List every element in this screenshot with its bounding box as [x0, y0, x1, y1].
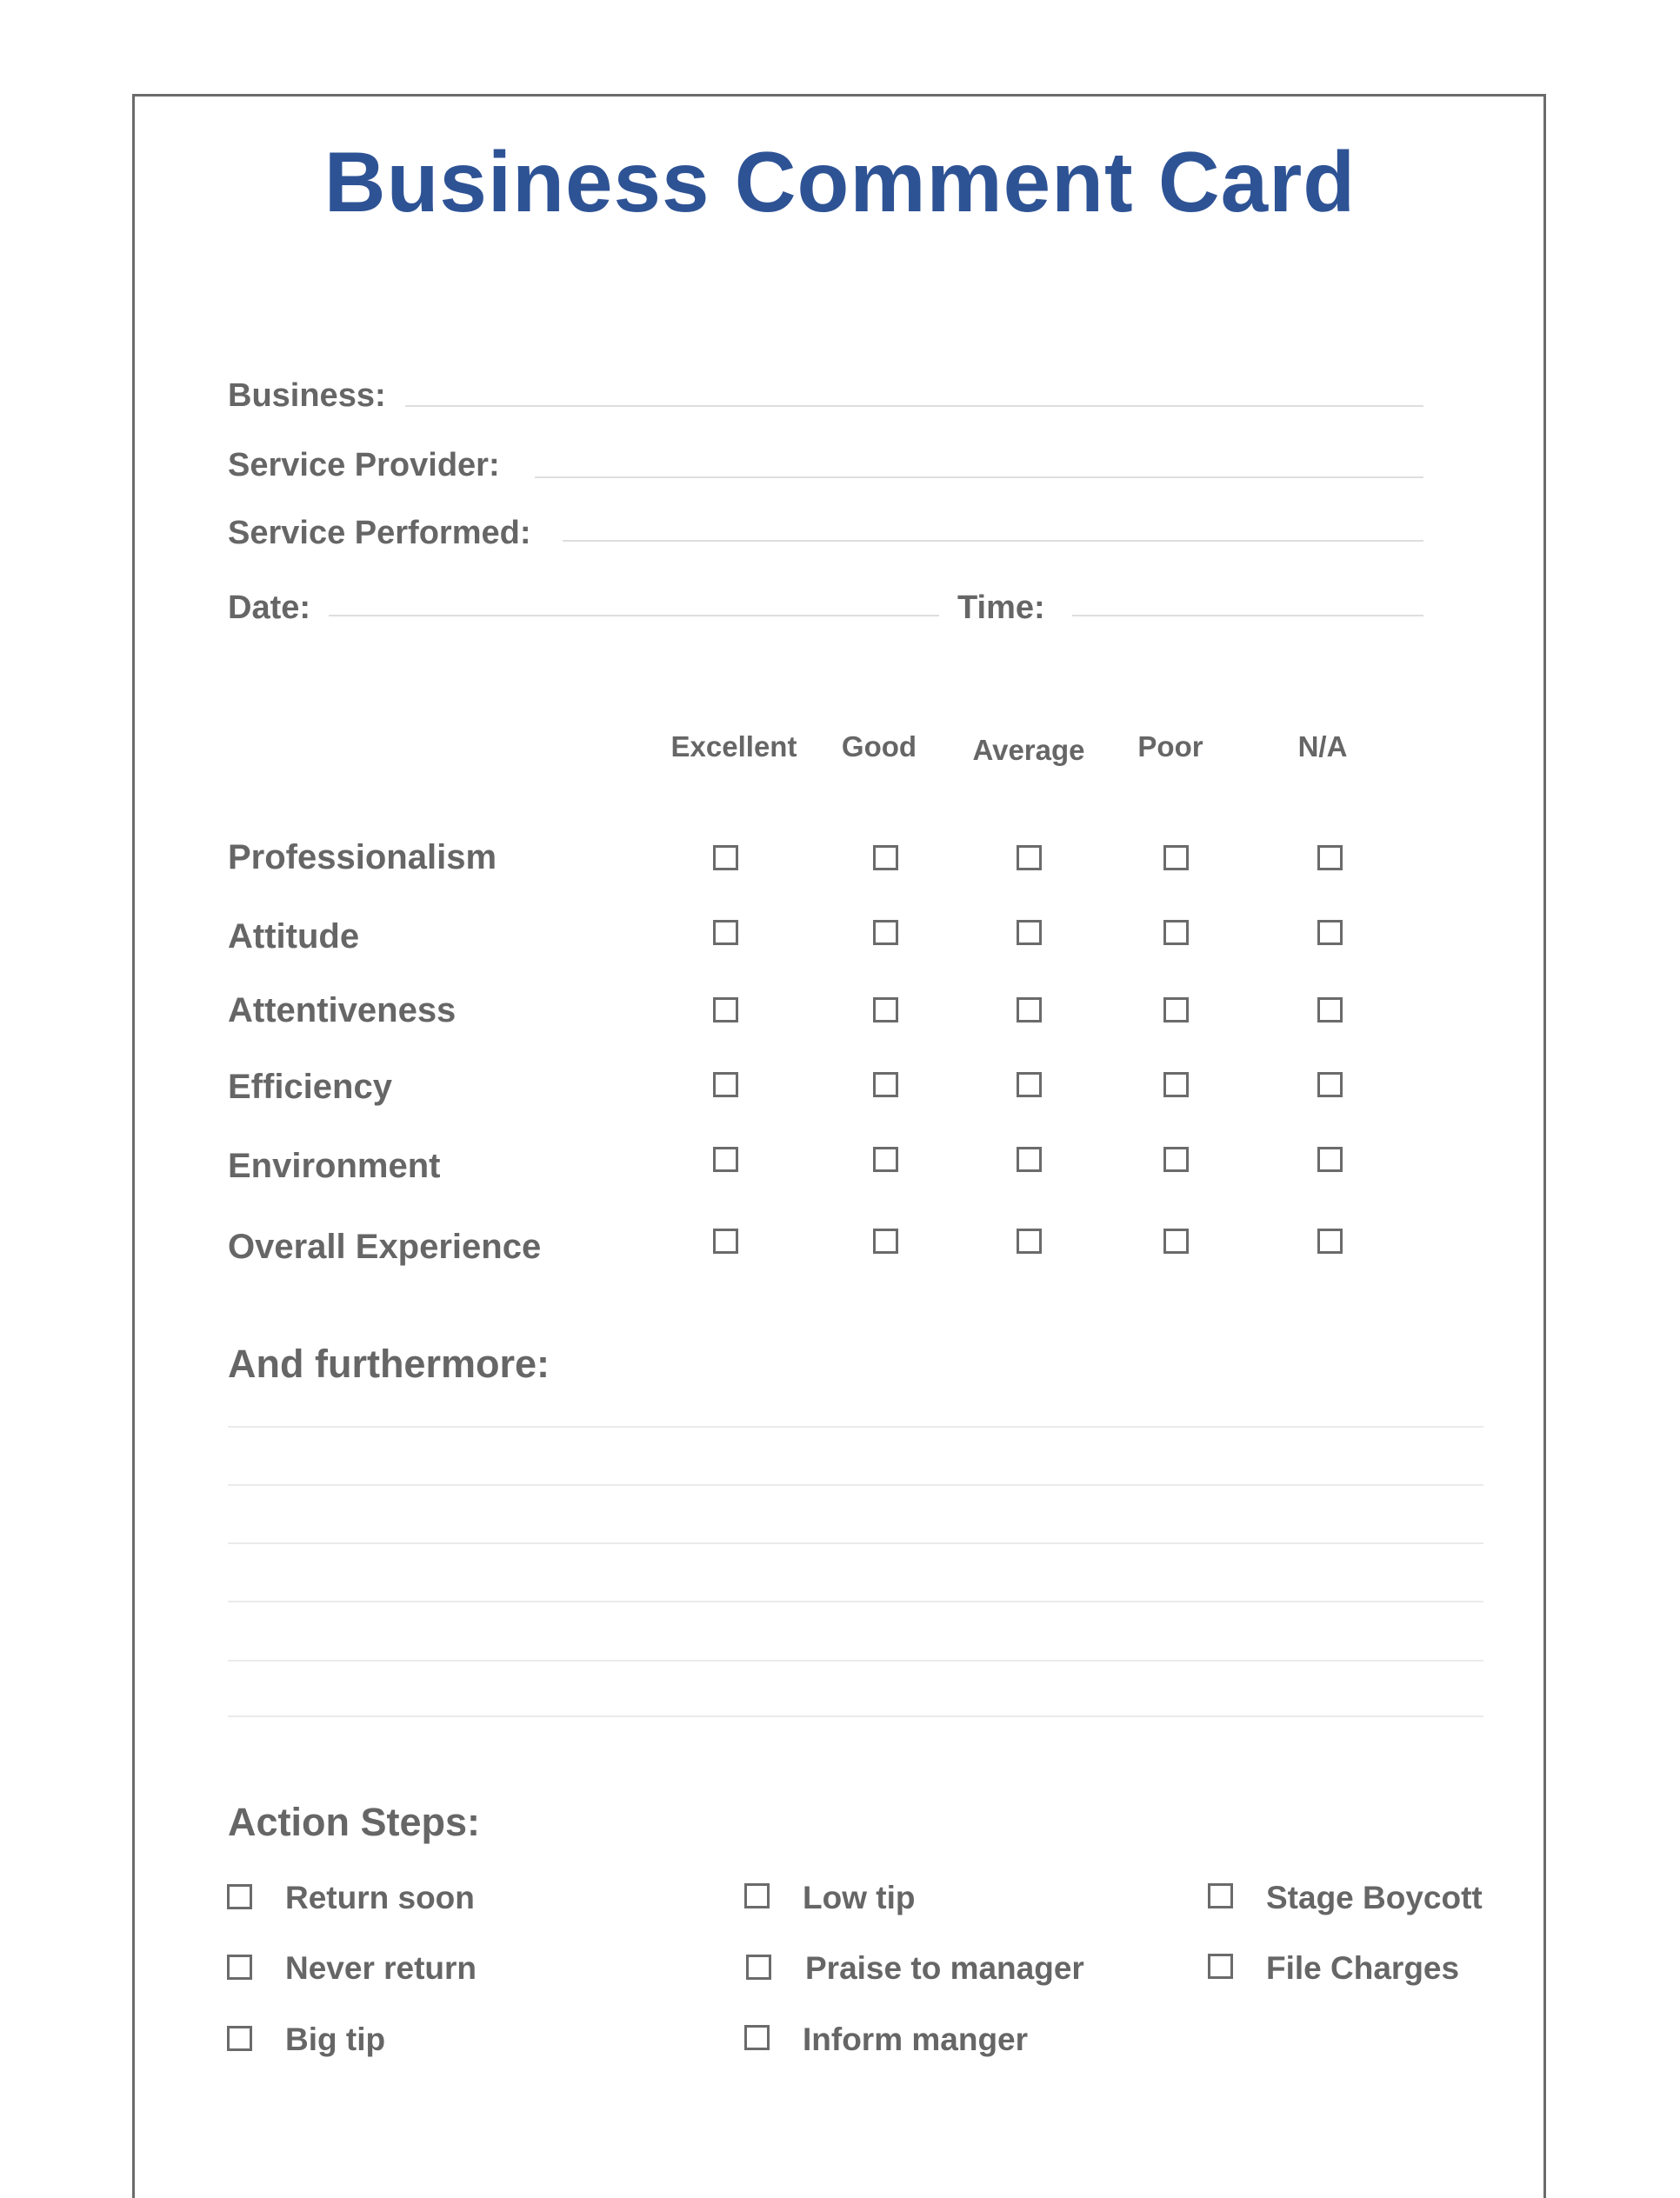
action-checkbox[interactable] — [746, 1955, 771, 1980]
rating-checkbox-good[interactable] — [873, 1229, 898, 1254]
action-label: Inform manger — [803, 2021, 1029, 2057]
action-label: Return soon — [285, 1880, 475, 1915]
rating-checkbox-excellent[interactable] — [713, 997, 738, 1022]
service-provider-field[interactable] — [535, 476, 1423, 478]
rating-checkbox-average[interactable] — [1017, 845, 1042, 870]
rating-checkbox-poor[interactable] — [1163, 920, 1189, 945]
action-checkbox[interactable] — [744, 1883, 770, 1908]
rating-checkbox-average[interactable] — [1017, 920, 1042, 945]
action-checkbox[interactable] — [1208, 1883, 1233, 1908]
rating-checkbox-excellent[interactable] — [713, 920, 738, 945]
date-label: Date: — [228, 589, 311, 626]
rating-checkbox-good[interactable] — [873, 1147, 898, 1172]
comment-line[interactable] — [228, 1484, 1483, 1486]
date-field[interactable] — [329, 615, 939, 616]
comment-line[interactable] — [228, 1715, 1483, 1717]
action-label: File Charges — [1266, 1950, 1460, 1986]
rating-checkbox-na[interactable] — [1317, 1147, 1343, 1172]
rating-row-label: Environment — [228, 1147, 441, 1185]
action-label: Low tip — [803, 1880, 916, 1915]
service-performed-label: Service Performed: — [228, 515, 531, 551]
comments-heading: And furthermore: — [228, 1342, 550, 1386]
rating-checkbox-good[interactable] — [873, 845, 898, 870]
time-label: Time: — [957, 589, 1045, 626]
rating-checkbox-average[interactable] — [1017, 997, 1042, 1022]
rating-checkbox-poor[interactable] — [1163, 1229, 1189, 1254]
action-checkbox[interactable] — [227, 1884, 252, 1909]
rating-checkbox-good[interactable] — [873, 920, 898, 945]
rating-checkbox-good[interactable] — [873, 1072, 898, 1097]
action-checkbox[interactable] — [227, 2026, 252, 2051]
rating-checkbox-excellent[interactable] — [713, 1072, 738, 1097]
column-header-na: N/A — [1297, 730, 1348, 763]
rating-checkbox-excellent[interactable] — [713, 1229, 738, 1254]
page-title: Business Comment Card — [323, 134, 1357, 230]
rating-row-label: Professionalism — [228, 838, 497, 876]
rating-row-label: Attitude — [228, 917, 360, 956]
comment-line[interactable] — [228, 1660, 1483, 1662]
rating-checkbox-na[interactable] — [1317, 920, 1343, 945]
action-checkbox[interactable] — [227, 1955, 252, 1980]
rating-checkbox-average[interactable] — [1017, 1072, 1042, 1097]
rating-row-label: Efficiency — [228, 1068, 392, 1106]
rating-checkbox-na[interactable] — [1317, 997, 1343, 1022]
action-checkbox[interactable] — [1208, 1954, 1233, 1979]
comment-line[interactable] — [228, 1426, 1483, 1428]
comment-line[interactable] — [228, 1542, 1483, 1544]
time-field[interactable] — [1072, 615, 1423, 616]
column-header-poor: Poor — [1137, 730, 1203, 763]
column-header-excellent: Excellent — [670, 730, 797, 763]
rating-checkbox-na[interactable] — [1317, 1229, 1343, 1254]
rating-checkbox-poor[interactable] — [1163, 997, 1189, 1022]
action-checkbox[interactable] — [744, 2025, 770, 2050]
action-label: Praise to manager — [805, 1950, 1084, 1986]
rating-row-label: Attentiveness — [228, 991, 457, 1029]
service-provider-label: Service Provider: — [228, 447, 500, 483]
action-steps-heading: Action Steps: — [228, 1800, 481, 1844]
rating-checkbox-average[interactable] — [1017, 1229, 1042, 1254]
column-header-average: Average — [972, 734, 1085, 766]
rating-checkbox-na[interactable] — [1317, 845, 1343, 870]
action-label: Big tip — [285, 2021, 386, 2057]
column-header-good: Good — [841, 730, 917, 763]
rating-checkbox-average[interactable] — [1017, 1147, 1042, 1172]
rating-checkbox-poor[interactable] — [1163, 1072, 1189, 1097]
service-performed-field[interactable] — [563, 540, 1423, 542]
rating-checkbox-excellent[interactable] — [713, 845, 738, 870]
rating-row-label: Overall Experience — [228, 1228, 542, 1266]
rating-checkbox-good[interactable] — [873, 997, 898, 1022]
rating-checkbox-poor[interactable] — [1163, 845, 1189, 870]
rating-checkbox-poor[interactable] — [1163, 1147, 1189, 1172]
action-label: Stage Boycott — [1266, 1880, 1483, 1915]
business-label: Business: — [228, 377, 386, 414]
action-label: Never return — [285, 1950, 477, 1986]
comment-line[interactable] — [228, 1601, 1483, 1602]
rating-checkbox-excellent[interactable] — [713, 1147, 738, 1172]
rating-checkbox-na[interactable] — [1317, 1072, 1343, 1097]
business-field[interactable] — [405, 405, 1423, 407]
